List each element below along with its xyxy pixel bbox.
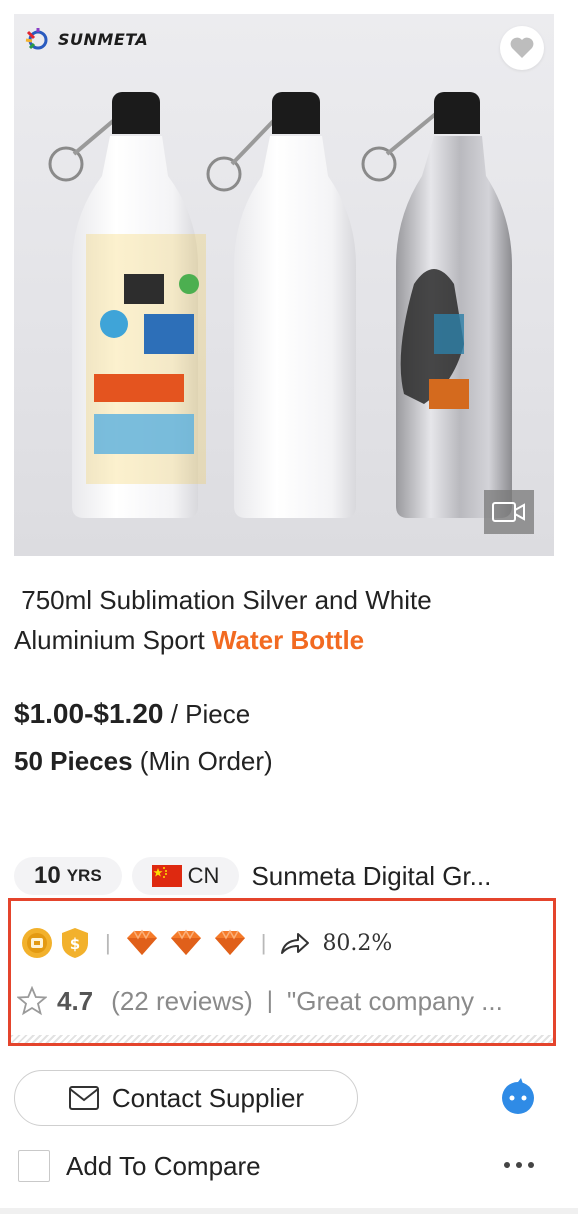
video-button[interactable] (484, 490, 534, 534)
product-title[interactable]: 750ml Sublimation Silver and White Alumi… (14, 580, 544, 660)
diamond-icon (214, 929, 245, 955)
star-outline-icon (17, 986, 47, 1016)
brand-mark-icon (25, 28, 48, 50)
country-badge: CN (131, 857, 240, 895)
separator: | (105, 930, 111, 955)
compare-checkbox[interactable] (18, 1150, 50, 1182)
trade-assurance-icon (22, 928, 52, 958)
more-options-icon[interactable] (504, 1158, 536, 1172)
mail-icon (68, 1086, 99, 1110)
product-title-highlight: Water Bottle (211, 625, 365, 655)
min-order-qty: 50 Pieces (14, 746, 133, 776)
rating-row: 4.7 (22 reviews) | "Great company ... (17, 983, 503, 1019)
years-number: 10 (34, 862, 61, 889)
compare-label: Add To Compare (66, 1150, 261, 1181)
china-flag-icon (151, 865, 182, 887)
min-order-label: (Min Order) (139, 746, 273, 776)
product-photo (48, 92, 512, 518)
supplier-row: 10 YRS CN Sunmeta Digital Gr... (14, 857, 491, 895)
supplier-name-link[interactable]: Sunmeta Digital Gr... (251, 861, 491, 892)
contact-supplier-label: Contact Supplier (111, 1082, 305, 1113)
compare-row[interactable]: Add To Compare (18, 1150, 261, 1182)
badges-row: $ | | 80.2% (21, 923, 392, 963)
contact-supplier-button[interactable]: Contact Supplier (14, 1070, 358, 1126)
years-unit: YRS (66, 866, 102, 885)
diamond-icon (170, 929, 201, 955)
separator: | (266, 987, 273, 1014)
brand-name: SUNMETA (58, 29, 149, 49)
svg-text:$: $ (70, 935, 80, 953)
video-camera-icon (492, 502, 525, 522)
review-count[interactable]: (22 reviews) (111, 986, 253, 1017)
price-line: $1.00-$1.20 / Piece (14, 698, 250, 730)
diamond-icon (126, 929, 157, 955)
product-image[interactable]: SUNMETA (14, 14, 554, 556)
rating-score: 4.7 (57, 985, 94, 1016)
years-badge: 10 YRS (14, 857, 122, 895)
share-arrow-icon (281, 933, 310, 954)
brand-logo: SUNMETA (24, 26, 148, 52)
hatch-divider (11, 1035, 553, 1043)
chat-bot-icon[interactable] (498, 1078, 538, 1116)
response-rate: 80.2% (322, 930, 393, 956)
review-quote[interactable]: "Great company ... (287, 986, 503, 1017)
min-order-line: 50 Pieces (Min Order) (14, 746, 273, 777)
price-range: $1.00-$1.20 (14, 698, 164, 729)
supplier-metrics-box: $ | | 80.2% 4.7 (22 reviews) | "Great co… (8, 898, 556, 1046)
separator: | (260, 930, 267, 955)
divider (0, 1208, 578, 1214)
heart-icon (510, 37, 534, 58)
favorite-button[interactable] (500, 26, 544, 70)
country-code: CN (187, 863, 220, 888)
verified-shield-icon: $ (62, 928, 88, 958)
price-unit: / Piece (170, 699, 251, 729)
